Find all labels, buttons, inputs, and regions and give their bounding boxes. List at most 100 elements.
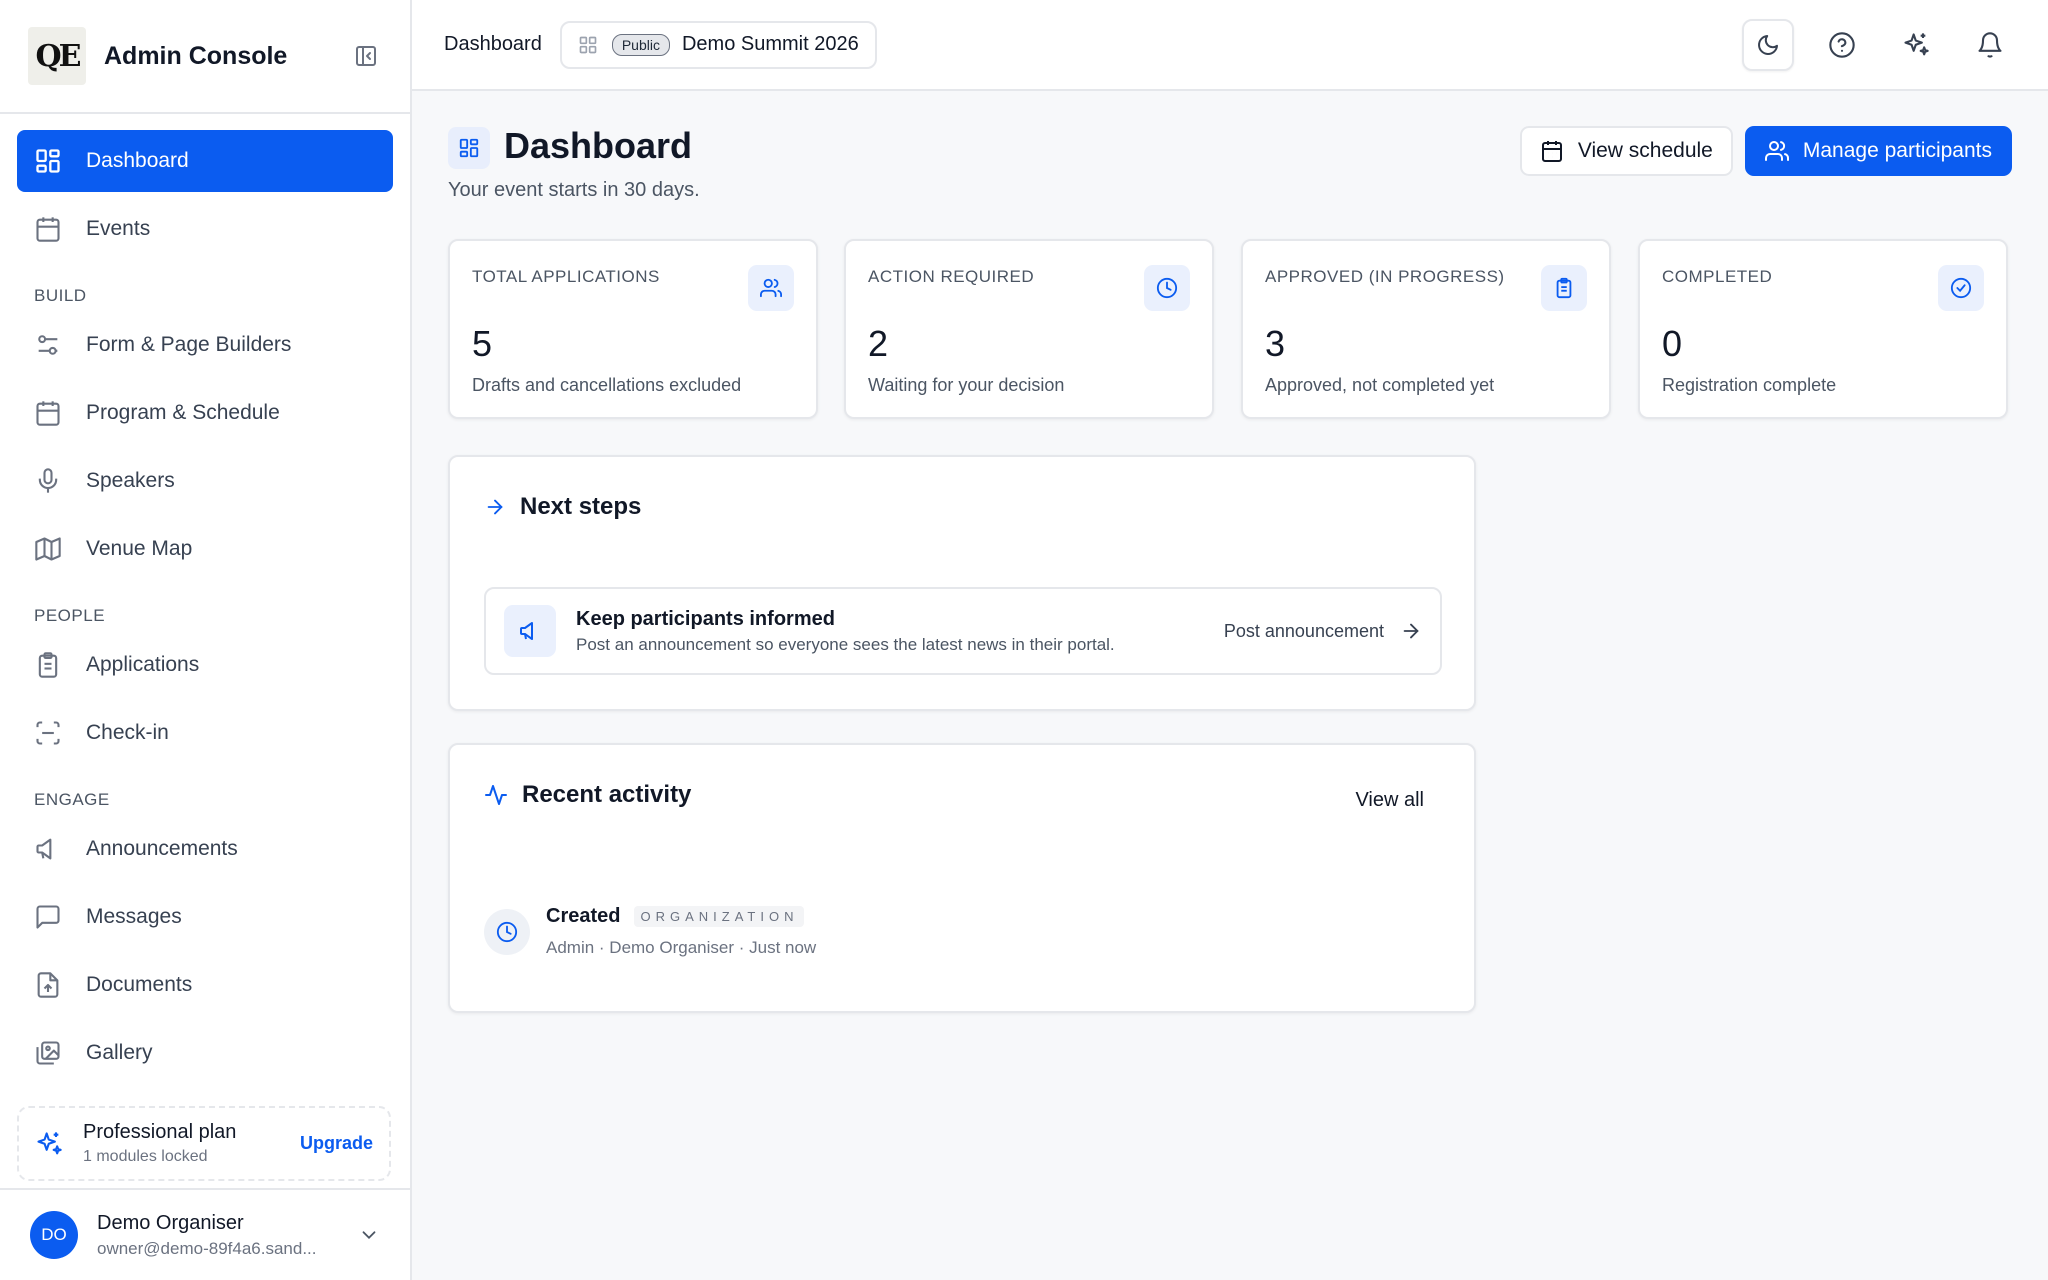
upgrade-link[interactable]: Upgrade <box>300 1133 373 1154</box>
user-email: owner@demo-89f4a6.sand... <box>97 1238 317 1258</box>
clipboard-icon <box>34 651 62 679</box>
event-switcher[interactable]: Public Demo Summit 2026 <box>559 20 877 69</box>
card-title: Recent activity <box>522 781 692 808</box>
chevron-down-icon[interactable] <box>358 1224 380 1246</box>
manage-participants-button[interactable]: Manage participants <box>1744 126 2012 176</box>
sidebar-item-label: Events <box>86 217 151 240</box>
clock-icon <box>484 909 530 955</box>
sidebar-header: QE Admin Console <box>0 0 410 114</box>
stat-card-action-required[interactable]: ACTION REQUIRED 2 Waiting for your decis… <box>844 239 1214 419</box>
page-title: Dashboard <box>504 125 693 166</box>
megaphone-icon <box>504 605 556 657</box>
theme-toggle-button[interactable] <box>1742 18 1794 71</box>
recent-activity-card: Recent activity View all Created ORGANIZ… <box>448 743 1476 1013</box>
stat-label: TOTAL APPLICATIONS <box>472 267 660 286</box>
stat-value: 0 <box>1662 323 1683 364</box>
stat-card-approved[interactable]: APPROVED (IN PROGRESS) 3 Approved, not c… <box>1241 239 1611 419</box>
arrow-right-icon <box>1400 620 1422 642</box>
section-label-build: BUILD <box>34 286 87 305</box>
clipboard-icon <box>1541 265 1587 311</box>
page-actions: View schedule Manage participants <box>1519 126 2012 176</box>
collapse-sidebar-icon[interactable] <box>354 44 378 68</box>
grid-icon <box>578 35 598 55</box>
sliders-icon <box>34 331 62 359</box>
sidebar-item-check-in[interactable]: Check-in <box>17 702 393 764</box>
sidebar-item-program-schedule[interactable]: Program & Schedule <box>17 382 393 444</box>
sparkles-icon <box>35 1130 63 1158</box>
sidebar-item-label: Venue Map <box>86 537 193 560</box>
avatar: DO <box>30 1211 78 1259</box>
sidebar-item-announcements[interactable]: Announcements <box>17 818 393 880</box>
card-title: Next steps <box>520 493 642 520</box>
page-header: Dashboard Your event starts in 30 days. … <box>448 91 2012 211</box>
stat-value: 5 <box>472 323 493 364</box>
next-steps-card: Next steps Keep participants informed Po… <box>448 455 1476 711</box>
card-header: Next steps <box>484 493 641 521</box>
users-icon <box>1764 139 1789 163</box>
post-announcement-link[interactable]: Post announcement <box>1224 620 1422 642</box>
stat-card-total-applications[interactable]: TOTAL APPLICATIONS 5 Drafts and cancella… <box>448 239 818 419</box>
activity-icon <box>484 783 508 807</box>
check-circle-icon <box>1938 265 1984 311</box>
main-content: Dashboard Your event starts in 30 days. … <box>448 91 2012 1013</box>
sidebar-item-label: Gallery <box>86 1041 153 1064</box>
ai-assistant-button[interactable] <box>1890 19 1942 71</box>
card-header: Recent activity <box>484 781 691 809</box>
sidebar-item-applications[interactable]: Applications <box>17 634 393 696</box>
section-label-people: PEOPLE <box>34 606 106 625</box>
sidebar-item-form-builders[interactable]: Form & Page Builders <box>17 314 393 376</box>
gallery-icon <box>34 1039 62 1067</box>
next-step-item[interactable]: Keep participants informed Post an annou… <box>484 587 1442 675</box>
event-name: Demo Summit 2026 <box>681 33 859 55</box>
view-schedule-button[interactable]: View schedule <box>1519 126 1733 176</box>
stat-subtitle: Approved, not completed yet <box>1265 375 1495 395</box>
plan-subtitle: 1 modules locked <box>83 1148 208 1165</box>
sidebar-item-documents[interactable]: Documents <box>17 954 393 1016</box>
view-schedule-label: View schedule <box>1577 139 1713 162</box>
sidebar-item-label: Dashboard <box>86 149 189 172</box>
activity-tag: ORGANIZATION <box>634 906 805 927</box>
activity-title: Created <box>546 905 621 927</box>
sidebar-nav: Dashboard Events BUILD Form & Page Build… <box>0 114 410 1084</box>
sidebar-item-messages[interactable]: Messages <box>17 886 393 948</box>
stat-label: ACTION REQUIRED <box>868 267 1035 286</box>
clock-icon <box>1144 265 1190 311</box>
sidebar-item-label: Form & Page Builders <box>86 333 292 356</box>
sidebar-item-venue-map[interactable]: Venue Map <box>17 518 393 580</box>
sidebar-item-label: Documents <box>86 973 193 996</box>
moon-icon <box>1756 33 1780 57</box>
help-button[interactable] <box>1816 19 1868 71</box>
next-step-title: Keep participants informed <box>576 607 835 630</box>
sidebar-item-label: Speakers <box>86 469 175 492</box>
sidebar-item-dashboard[interactable]: Dashboard <box>17 130 393 192</box>
post-announcement-label: Post announcement <box>1223 620 1384 641</box>
stat-value: 3 <box>1265 323 1286 364</box>
microphone-icon <box>34 467 62 495</box>
document-icon <box>34 971 62 999</box>
app-logo: QE <box>28 27 86 85</box>
breadcrumb[interactable]: Dashboard <box>444 33 542 56</box>
grid-icon <box>34 147 62 175</box>
topbar: Dashboard Public Demo Summit 2026 <box>412 0 2048 91</box>
notifications-button[interactable] <box>1964 19 2016 71</box>
activity-meta: Admin · Demo Organiser · Just now <box>546 938 817 957</box>
manage-participants-label: Manage participants <box>1802 139 1992 162</box>
stat-subtitle: Waiting for your decision <box>868 375 1065 395</box>
plan-title: Professional plan <box>83 1121 237 1143</box>
page-subtitle: Your event starts in 30 days. <box>448 179 700 201</box>
view-all-link[interactable]: View all <box>1355 789 1424 812</box>
user-info: Demo Organiser owner@demo-89f4a6.sand... <box>97 1212 317 1259</box>
app-title: Admin Console <box>104 41 288 70</box>
sidebar-item-speakers[interactable]: Speakers <box>17 450 393 512</box>
sidebar: QE Admin Console Dashboard Events BUILD … <box>0 0 412 1280</box>
plan-info: Professional plan 1 modules locked <box>83 1121 236 1166</box>
sidebar-item-events[interactable]: Events <box>17 198 393 260</box>
stat-card-completed[interactable]: COMPLETED 0 Registration complete <box>1638 239 2008 419</box>
sidebar-item-gallery[interactable]: Gallery <box>17 1022 393 1084</box>
stats-row: TOTAL APPLICATIONS 5 Drafts and cancella… <box>448 239 2008 419</box>
sidebar-item-label: Applications <box>86 653 200 676</box>
users-icon <box>748 265 794 311</box>
user-menu[interactable]: DO Demo Organiser owner@demo-89f4a6.sand… <box>0 1188 410 1280</box>
topbar-actions <box>1720 18 2016 71</box>
calendar-icon <box>34 399 62 427</box>
